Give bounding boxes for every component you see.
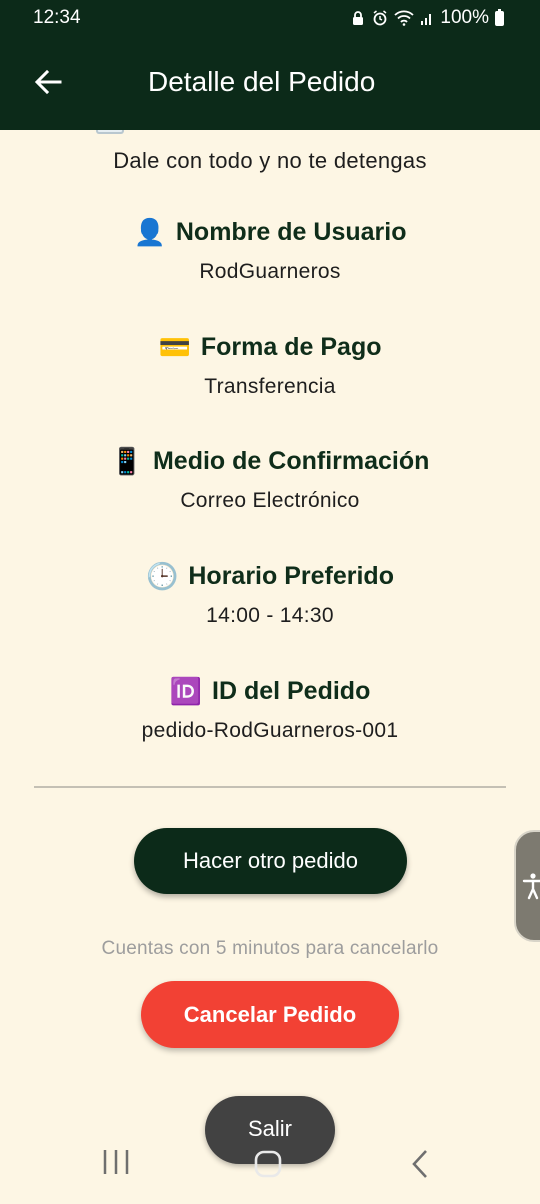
motto-text: Dale con todo y no te detengas bbox=[113, 148, 427, 173]
chevron-left-icon bbox=[412, 1150, 427, 1178]
user-icon: 👤 bbox=[133, 217, 166, 247]
detail-value: Correo Electrónico bbox=[180, 489, 360, 512]
detail-label: Forma de Pago bbox=[200, 332, 382, 361]
system-back-button[interactable] bbox=[402, 1144, 438, 1184]
home-icon bbox=[254, 1150, 282, 1178]
arrow-left-icon bbox=[34, 69, 62, 95]
battery-icon bbox=[495, 8, 504, 26]
wifi-icon bbox=[394, 10, 415, 26]
divider bbox=[34, 786, 506, 788]
calendar-icon bbox=[96, 130, 124, 134]
recents-icon bbox=[103, 1150, 129, 1174]
app-bar: Detalle del Pedido bbox=[0, 36, 540, 130]
recent-apps-button[interactable] bbox=[96, 1146, 136, 1178]
detail-username: 👤 Nombre de Usuario RodGuarneros bbox=[0, 214, 540, 284]
detail-label: Horario Preferido bbox=[188, 561, 394, 590]
system-nav-bar bbox=[0, 1138, 540, 1204]
detail-value: 14:00 - 14:30 bbox=[206, 604, 334, 627]
status-time: 12:34 bbox=[33, 7, 81, 28]
alarm-icon bbox=[373, 10, 387, 26]
back-button[interactable] bbox=[28, 62, 68, 102]
detail-heading: 👤 Nombre de Usuario bbox=[0, 214, 540, 250]
id-icon: 🆔 bbox=[169, 676, 202, 706]
detail-heading: 💳 Forma de Pago bbox=[0, 329, 540, 365]
signal-icon bbox=[421, 14, 432, 25]
cancel-window-note: Cuentas con 5 minutos para cancelarlo bbox=[101, 938, 439, 959]
mobile-phone-icon: 📱 bbox=[110, 446, 143, 476]
detail-confirmation-medium: 📱 Medio de Confirmación Correo Electróni… bbox=[0, 443, 540, 513]
another-order-button[interactable]: Hacer otro pedido bbox=[134, 828, 407, 894]
detail-payment-method: 💳 Forma de Pago Transferencia bbox=[0, 329, 540, 399]
detail-value: pedido-RodGuarneros-001 bbox=[141, 719, 399, 742]
detail-order-id: 🆔 ID del Pedido pedido-RodGuarneros-001 bbox=[0, 673, 540, 743]
cancel-order-button[interactable]: Cancelar Pedido bbox=[141, 981, 399, 1048]
status-bar: 12:34 100% bbox=[0, 0, 540, 36]
detail-label: ID del Pedido bbox=[212, 676, 371, 705]
accessibility-button[interactable] bbox=[514, 830, 540, 942]
home-button[interactable] bbox=[248, 1144, 288, 1184]
detail-value: RodGuarneros bbox=[199, 260, 341, 283]
detail-heading: 🆔 ID del Pedido bbox=[0, 673, 540, 709]
accessibility-icon bbox=[522, 873, 540, 900]
credit-card-icon: 💳 bbox=[158, 332, 191, 362]
detail-label: Medio de Confirmación bbox=[152, 446, 430, 475]
battery-percent: 100% bbox=[440, 7, 489, 28]
order-detail-content[interactable]: Dale con todo y no te detengas 👤 Nombre … bbox=[0, 130, 540, 1204]
detail-label: Nombre de Usuario bbox=[175, 217, 407, 246]
lock-icon bbox=[353, 11, 364, 25]
status-icons: 100% bbox=[350, 7, 504, 29]
detail-heading: 🕒 Horario Preferido bbox=[0, 558, 540, 594]
detail-value: Transferencia bbox=[204, 375, 336, 398]
page-title: Detalle del Pedido bbox=[148, 66, 376, 97]
detail-heading: 📱 Medio de Confirmación bbox=[0, 443, 540, 479]
detail-preferred-time: 🕒 Horario Preferido 14:00 - 14:30 bbox=[0, 558, 540, 628]
clock-icon: 🕒 bbox=[146, 561, 179, 591]
